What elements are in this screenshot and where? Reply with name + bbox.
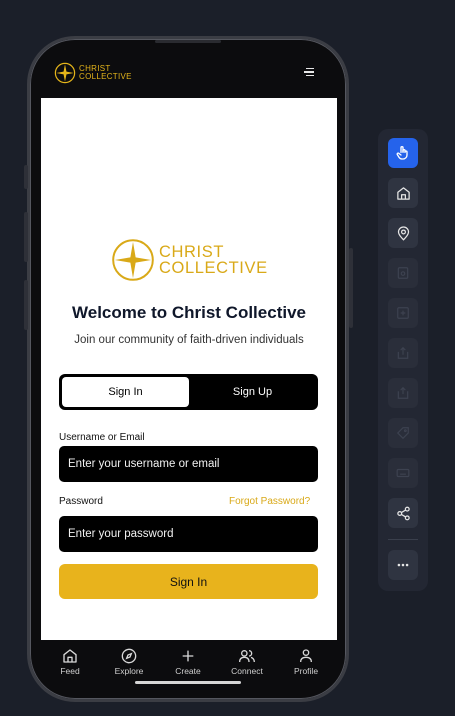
nav-item-connect[interactable]: Connect xyxy=(225,648,269,676)
share-button[interactable] xyxy=(388,498,418,528)
expand-button[interactable] xyxy=(388,298,418,328)
home-icon xyxy=(396,186,410,200)
forgot-password-link[interactable]: Forgot Password? xyxy=(229,496,310,507)
home-icon xyxy=(63,649,77,663)
compass-icon xyxy=(121,648,137,664)
keyboard-icon xyxy=(396,468,410,478)
hamburger-icon[interactable] xyxy=(304,68,314,78)
tag-button[interactable] xyxy=(388,418,418,448)
pointer-tool-button[interactable] xyxy=(388,138,418,168)
main-brand-name: CHRIST COLLECTIVE xyxy=(159,243,268,277)
sign-in-button[interactable]: Sign In xyxy=(59,564,318,599)
home-indicator xyxy=(135,681,241,684)
header-logo[interactable]: CHRIST COLLECTIVE xyxy=(54,62,132,84)
keyboard-button[interactable] xyxy=(388,458,418,488)
phone-side-button xyxy=(24,165,28,189)
toolbar-divider xyxy=(388,539,418,540)
more-button[interactable] xyxy=(388,550,418,580)
home-button[interactable] xyxy=(388,178,418,208)
screenshot-button[interactable] xyxy=(388,258,418,288)
brand-line-2: COLLECTIVE xyxy=(79,72,132,81)
phone-volume-down-button xyxy=(24,280,28,330)
nav-item-explore[interactable]: Explore xyxy=(107,648,151,676)
device-toolbar xyxy=(378,129,428,591)
upload-icon xyxy=(397,346,409,359)
sign-in-screen: CHRIST COLLECTIVE Welcome to Christ Coll… xyxy=(41,98,337,640)
app-header: CHRIST COLLECTIVE xyxy=(41,52,337,96)
tab-sign-in[interactable]: Sign In xyxy=(62,377,189,407)
brand-line-2: COLLECTIVE xyxy=(159,259,268,277)
phone-volume-up-button xyxy=(24,212,28,262)
password-input[interactable] xyxy=(59,516,318,552)
share-square-icon xyxy=(397,386,409,399)
users-icon xyxy=(239,650,255,663)
auth-tabs: Sign In Sign Up xyxy=(59,374,318,410)
pointer-hand-icon xyxy=(396,146,408,160)
plus-icon xyxy=(182,650,194,662)
nav-item-feed[interactable]: Feed xyxy=(48,648,92,676)
page-subtitle: Join our community of faith-driven indiv… xyxy=(74,334,304,346)
phone-speaker xyxy=(155,40,221,43)
username-label: Username or Email xyxy=(59,432,145,443)
nav-label: Create xyxy=(175,666,201,676)
username-input[interactable] xyxy=(59,446,318,482)
brand-line-1: CHRIST xyxy=(159,243,225,261)
expand-icon xyxy=(397,307,409,319)
nav-label: Profile xyxy=(293,666,319,676)
location-button[interactable] xyxy=(388,218,418,248)
page-title: Welcome to Christ Collective xyxy=(72,303,306,322)
user-icon xyxy=(300,649,312,663)
tab-sign-up[interactable]: Sign Up xyxy=(189,377,316,407)
nav-item-create[interactable]: Create xyxy=(166,648,210,676)
nav-label: Connect xyxy=(231,666,263,676)
main-logo: CHRIST COLLECTIVE xyxy=(111,238,268,282)
nav-label: Feed xyxy=(60,666,80,676)
star-logo-icon xyxy=(54,62,76,84)
share-icon xyxy=(396,506,410,520)
phone-power-button xyxy=(349,248,353,328)
star-logo-icon xyxy=(112,239,154,281)
upload-button[interactable] xyxy=(388,338,418,368)
nav-label: Explore xyxy=(114,666,144,676)
tag-icon xyxy=(396,427,409,440)
nav-item-profile[interactable]: Profile xyxy=(284,648,328,676)
more-icon xyxy=(397,563,409,567)
location-pin-icon xyxy=(397,225,409,241)
share-square-button[interactable] xyxy=(388,378,418,408)
screenshot-icon xyxy=(397,267,409,279)
header-brand-name: CHRIST COLLECTIVE xyxy=(79,65,132,81)
password-label: Password xyxy=(59,496,103,507)
